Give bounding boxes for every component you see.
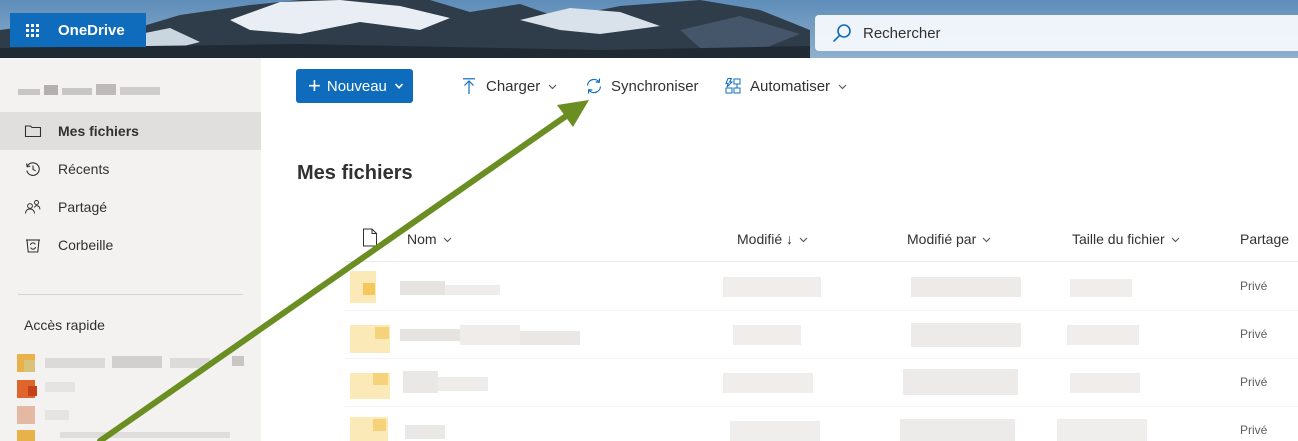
new-button[interactable]: + Nouveau — [296, 69, 413, 103]
chevron-down-icon — [443, 237, 451, 242]
chevron-down-icon — [1171, 237, 1180, 242]
column-header-label: Taille du fichier — [1072, 231, 1165, 247]
sharing-status: Privé — [1240, 279, 1268, 293]
folder-icon — [24, 125, 42, 138]
automate-flow-icon — [725, 78, 741, 94]
nav-item-shared[interactable]: Partagé — [0, 188, 261, 226]
column-header-modified[interactable]: Modifié ↓ — [737, 231, 808, 247]
app-launcher-button[interactable] — [10, 13, 54, 47]
upload-button[interactable]: Charger — [460, 69, 557, 103]
file-row[interactable]: Privé — [345, 407, 1298, 441]
chevron-down-icon — [394, 83, 403, 89]
upload-button-label: Charger — [486, 77, 541, 95]
file-row-blurred-content — [350, 369, 1140, 399]
file-row[interactable]: Privé — [345, 311, 1298, 359]
new-button-label: Nouveau — [326, 77, 387, 95]
left-navigation: Mes fichiers Récents Partagé Corbeille A… — [0, 58, 261, 441]
sharing-status: Privé — [1240, 423, 1268, 437]
nav-item-label: Partagé — [58, 199, 108, 215]
automate-button[interactable]: Automatiser — [724, 69, 847, 103]
automate-button-label: Automatiser — [750, 77, 831, 95]
nav-item-my-files[interactable]: Mes fichiers — [0, 112, 261, 150]
file-row[interactable]: Privé — [345, 359, 1298, 407]
quick-access-title: Accès rapide — [24, 317, 105, 333]
chevron-down-icon — [799, 237, 808, 242]
nav-item-recycle-bin[interactable]: Corbeille — [0, 226, 261, 264]
column-header-sharing[interactable]: Partage — [1240, 231, 1289, 247]
column-header-label: Nom — [407, 231, 437, 247]
plus-icon: + — [308, 73, 321, 98]
app-launcher-brand: OneDrive — [10, 13, 146, 47]
people-icon — [25, 200, 41, 214]
waffle-icon — [25, 23, 39, 37]
file-row-blurred-content — [350, 323, 1139, 353]
search-input[interactable] — [863, 24, 1263, 42]
sync-icon — [586, 78, 602, 94]
search-box[interactable] — [815, 15, 1298, 51]
upload-icon — [463, 78, 475, 94]
file-row-blurred-content — [350, 271, 1132, 303]
column-header-label: Modifié par — [907, 231, 977, 247]
column-header-modified-by[interactable]: Modifié par — [907, 231, 991, 247]
chevron-down-icon — [982, 237, 991, 242]
column-header-label: Partage — [1240, 231, 1290, 247]
sync-button[interactable]: Synchroniser — [585, 69, 699, 103]
sharing-status: Privé — [1240, 375, 1268, 389]
column-header-file-size[interactable]: Taille du fichier — [1072, 231, 1180, 247]
nav-divider — [18, 294, 243, 295]
search-icon — [833, 24, 851, 42]
column-header-label: Modifié ↓ — [737, 231, 794, 247]
file-row-blurred-content — [350, 417, 1147, 441]
page-title: Mes fichiers — [297, 162, 413, 184]
file-row[interactable]: Privé — [345, 263, 1298, 311]
chevron-down-icon — [548, 84, 557, 89]
column-header-name[interactable]: Nom — [407, 231, 452, 247]
sync-button-label: Synchroniser — [611, 77, 699, 95]
account-name-blurred — [18, 84, 160, 95]
history-icon — [26, 162, 40, 176]
nav-item-recent[interactable]: Récents — [0, 150, 261, 188]
recycle-bin-icon — [26, 239, 40, 253]
command-bar: + Nouveau Charger Synchroniser Automatis… — [261, 58, 1298, 116]
top-bar: OneDrive — [0, 0, 1298, 58]
quick-access-list-blurred — [17, 354, 244, 441]
sharing-status: Privé — [1240, 327, 1268, 341]
file-list-header: Nom Modifié ↓ Modifié par Taille du fich… — [345, 218, 1298, 262]
nav-item-label: Mes fichiers — [58, 123, 139, 139]
chevron-down-icon — [838, 84, 847, 89]
nav-item-label: Récents — [58, 161, 110, 177]
nav-item-label: Corbeille — [58, 237, 114, 253]
file-type-icon[interactable] — [362, 228, 378, 247]
app-name[interactable]: OneDrive — [58, 22, 125, 39]
